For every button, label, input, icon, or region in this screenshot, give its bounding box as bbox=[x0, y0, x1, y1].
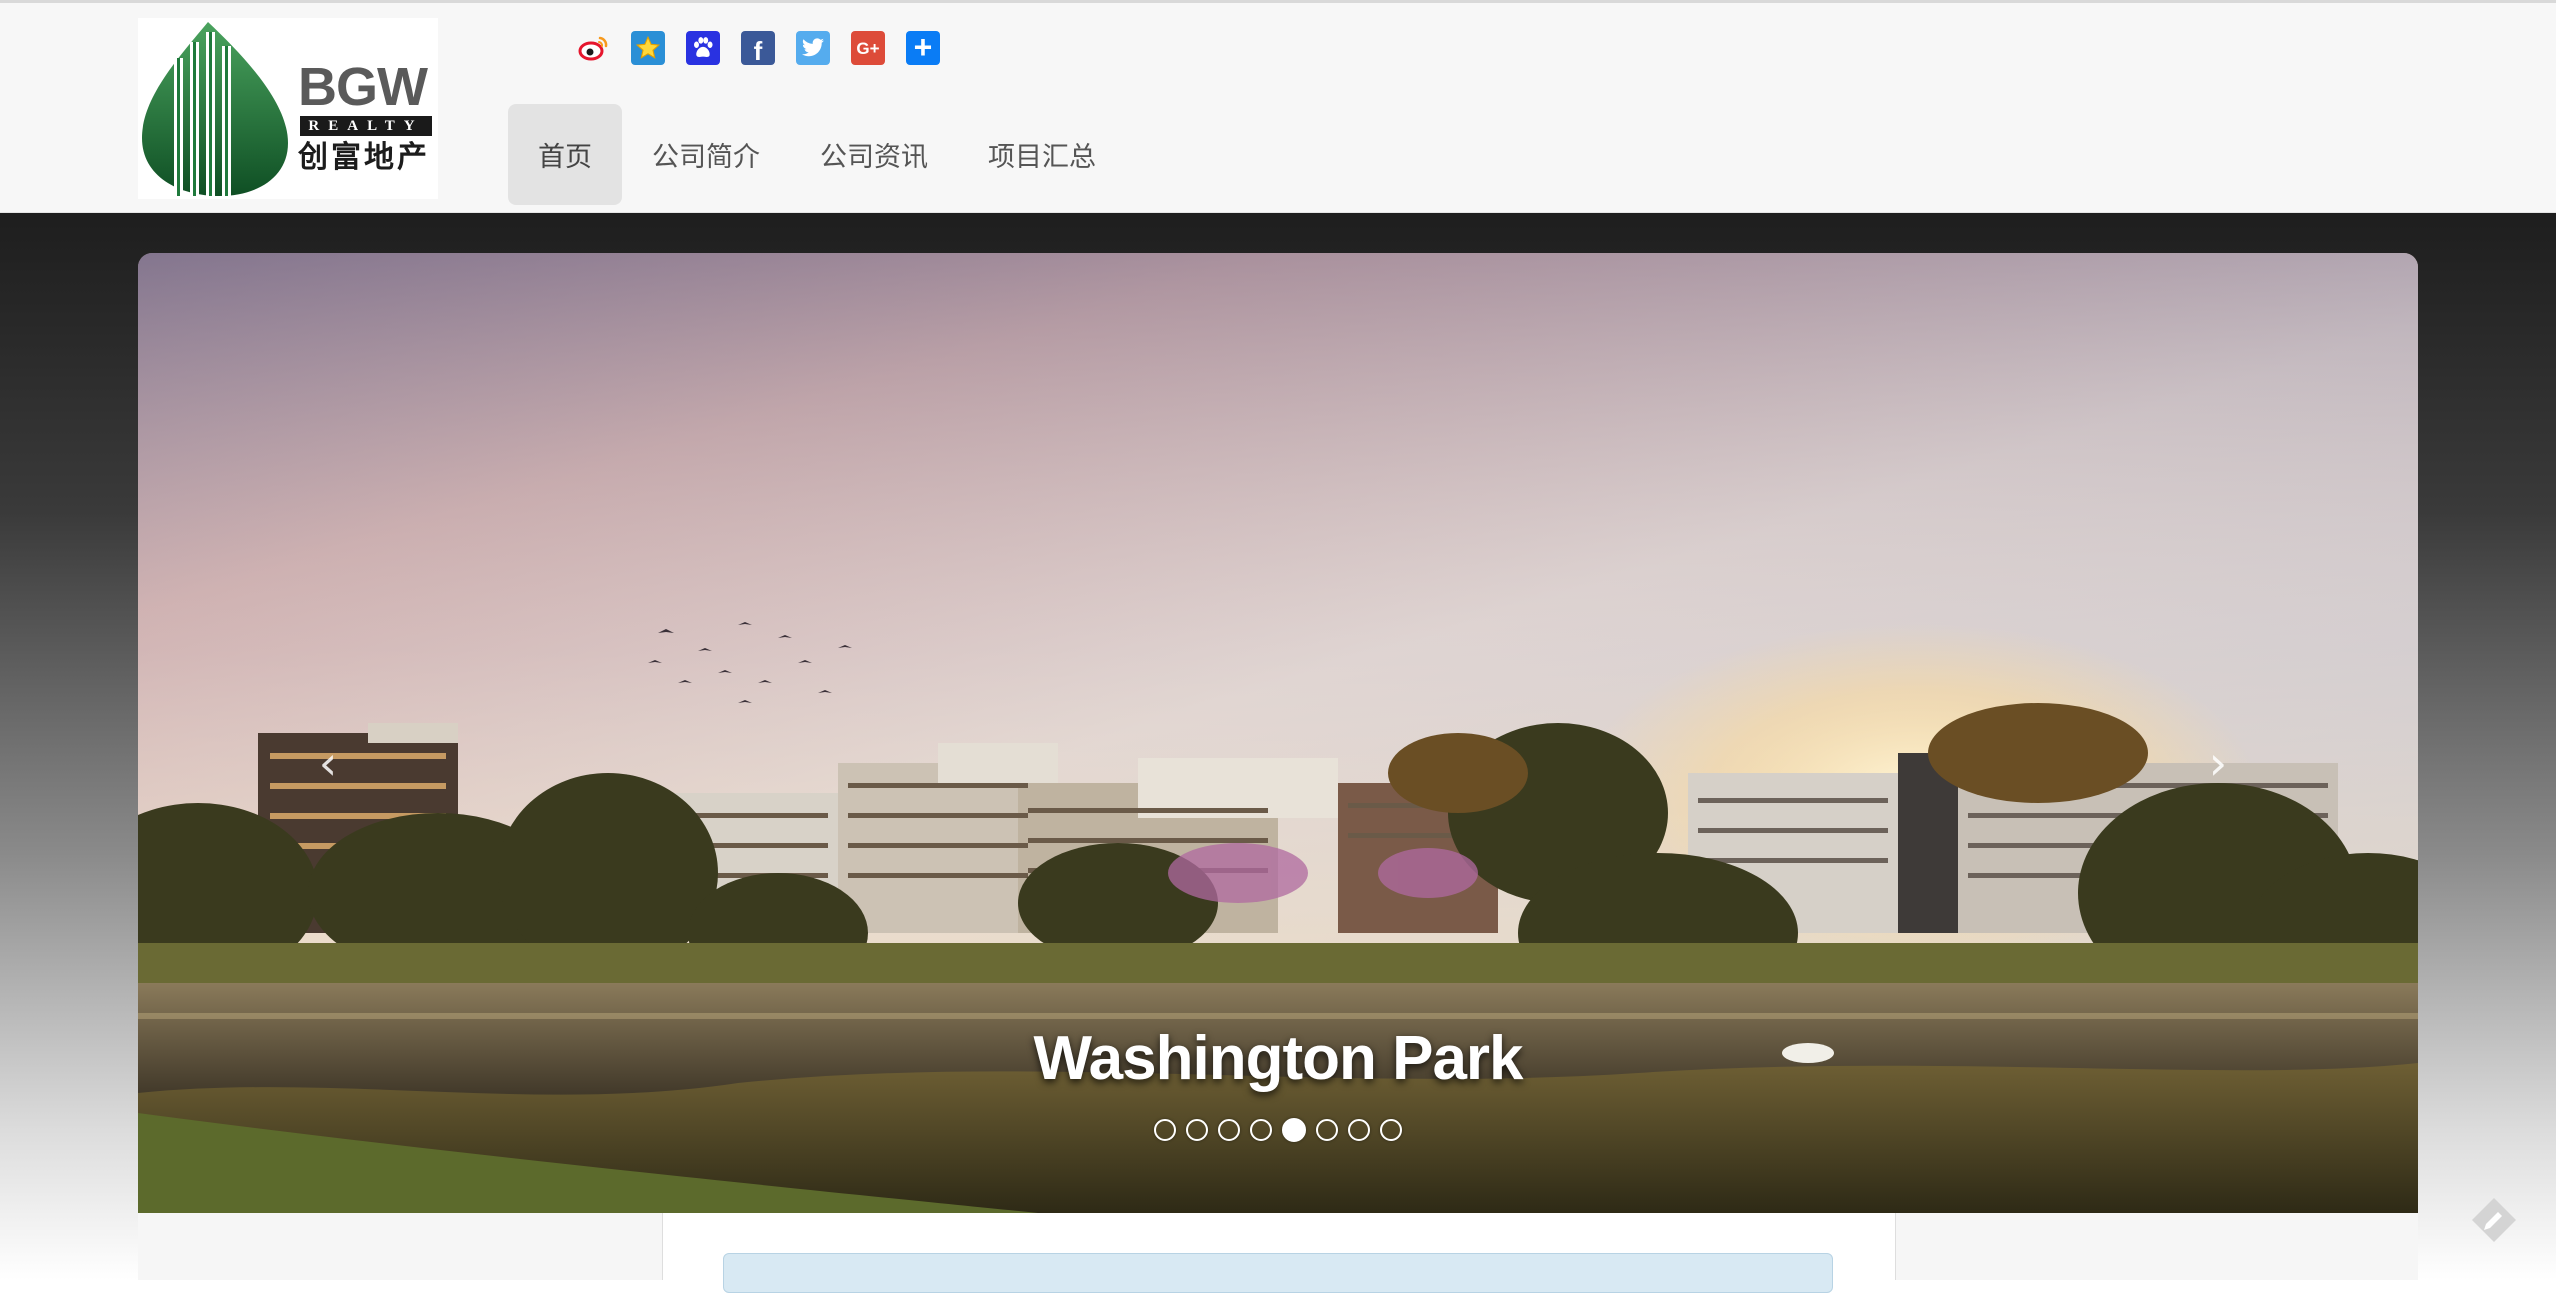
main-content-panel bbox=[663, 1213, 1895, 1293]
carousel-indicators bbox=[138, 1118, 2418, 1142]
logo-chinese-name: 创富地产 bbox=[298, 140, 430, 175]
site-header: BGW REALTY 创富地产 f G+ + 首页 公司简介 公司资讯 项目汇总 bbox=[0, 0, 2556, 213]
carousel-next-button[interactable]: › bbox=[2188, 733, 2248, 793]
facebook-glyph: f bbox=[753, 36, 763, 66]
nav-item-home[interactable]: 首页 bbox=[508, 104, 622, 205]
facebook-icon[interactable]: f bbox=[741, 31, 775, 65]
left-sidebar-panel bbox=[138, 1213, 663, 1280]
share-more-glyph: + bbox=[913, 29, 933, 65]
weibo-icon[interactable] bbox=[576, 31, 610, 65]
slide-caption: Washington Park bbox=[1033, 1024, 1523, 1093]
hero-carousel[interactable]: ‹ › Washington Park bbox=[138, 253, 2418, 1213]
google-plus-glyph: G+ bbox=[856, 38, 880, 58]
right-sidebar-panel bbox=[1895, 1213, 2418, 1280]
nav-item-company-profile[interactable]: 公司简介 bbox=[622, 104, 790, 205]
carousel-dot-5[interactable] bbox=[1282, 1118, 1306, 1142]
logo-tagline: REALTY bbox=[300, 116, 432, 136]
carousel-dot-2[interactable] bbox=[1186, 1119, 1208, 1141]
carousel-dot-3[interactable] bbox=[1218, 1119, 1240, 1141]
google-plus-icon[interactable]: G+ bbox=[851, 31, 885, 65]
content-area bbox=[138, 1213, 2418, 1293]
feedback-icon[interactable] bbox=[2468, 1194, 2520, 1246]
main-nav: 首页 公司简介 公司资讯 项目汇总 bbox=[508, 104, 1126, 205]
carousel-prev-button[interactable]: ‹ bbox=[298, 733, 358, 793]
site-logo[interactable]: BGW REALTY 创富地产 bbox=[138, 18, 438, 199]
nav-item-company-news[interactable]: 公司资讯 bbox=[790, 104, 958, 205]
carousel-dot-4[interactable] bbox=[1250, 1119, 1272, 1141]
carousel-dot-6[interactable] bbox=[1316, 1119, 1338, 1141]
plus-icon[interactable]: + bbox=[906, 31, 940, 65]
nav-item-projects[interactable]: 项目汇总 bbox=[958, 104, 1126, 205]
paw-icon[interactable] bbox=[686, 31, 720, 65]
carousel-dot-7[interactable] bbox=[1348, 1119, 1370, 1141]
carousel-dot-1[interactable] bbox=[1154, 1119, 1176, 1141]
social-share-bar: f G+ + bbox=[576, 31, 940, 65]
star-icon[interactable] bbox=[631, 31, 665, 65]
carousel-dot-8[interactable] bbox=[1380, 1119, 1402, 1141]
logo-wordmark: BGW bbox=[298, 57, 428, 117]
twitter-icon[interactable] bbox=[796, 31, 830, 65]
content-notice-box bbox=[723, 1253, 1833, 1293]
